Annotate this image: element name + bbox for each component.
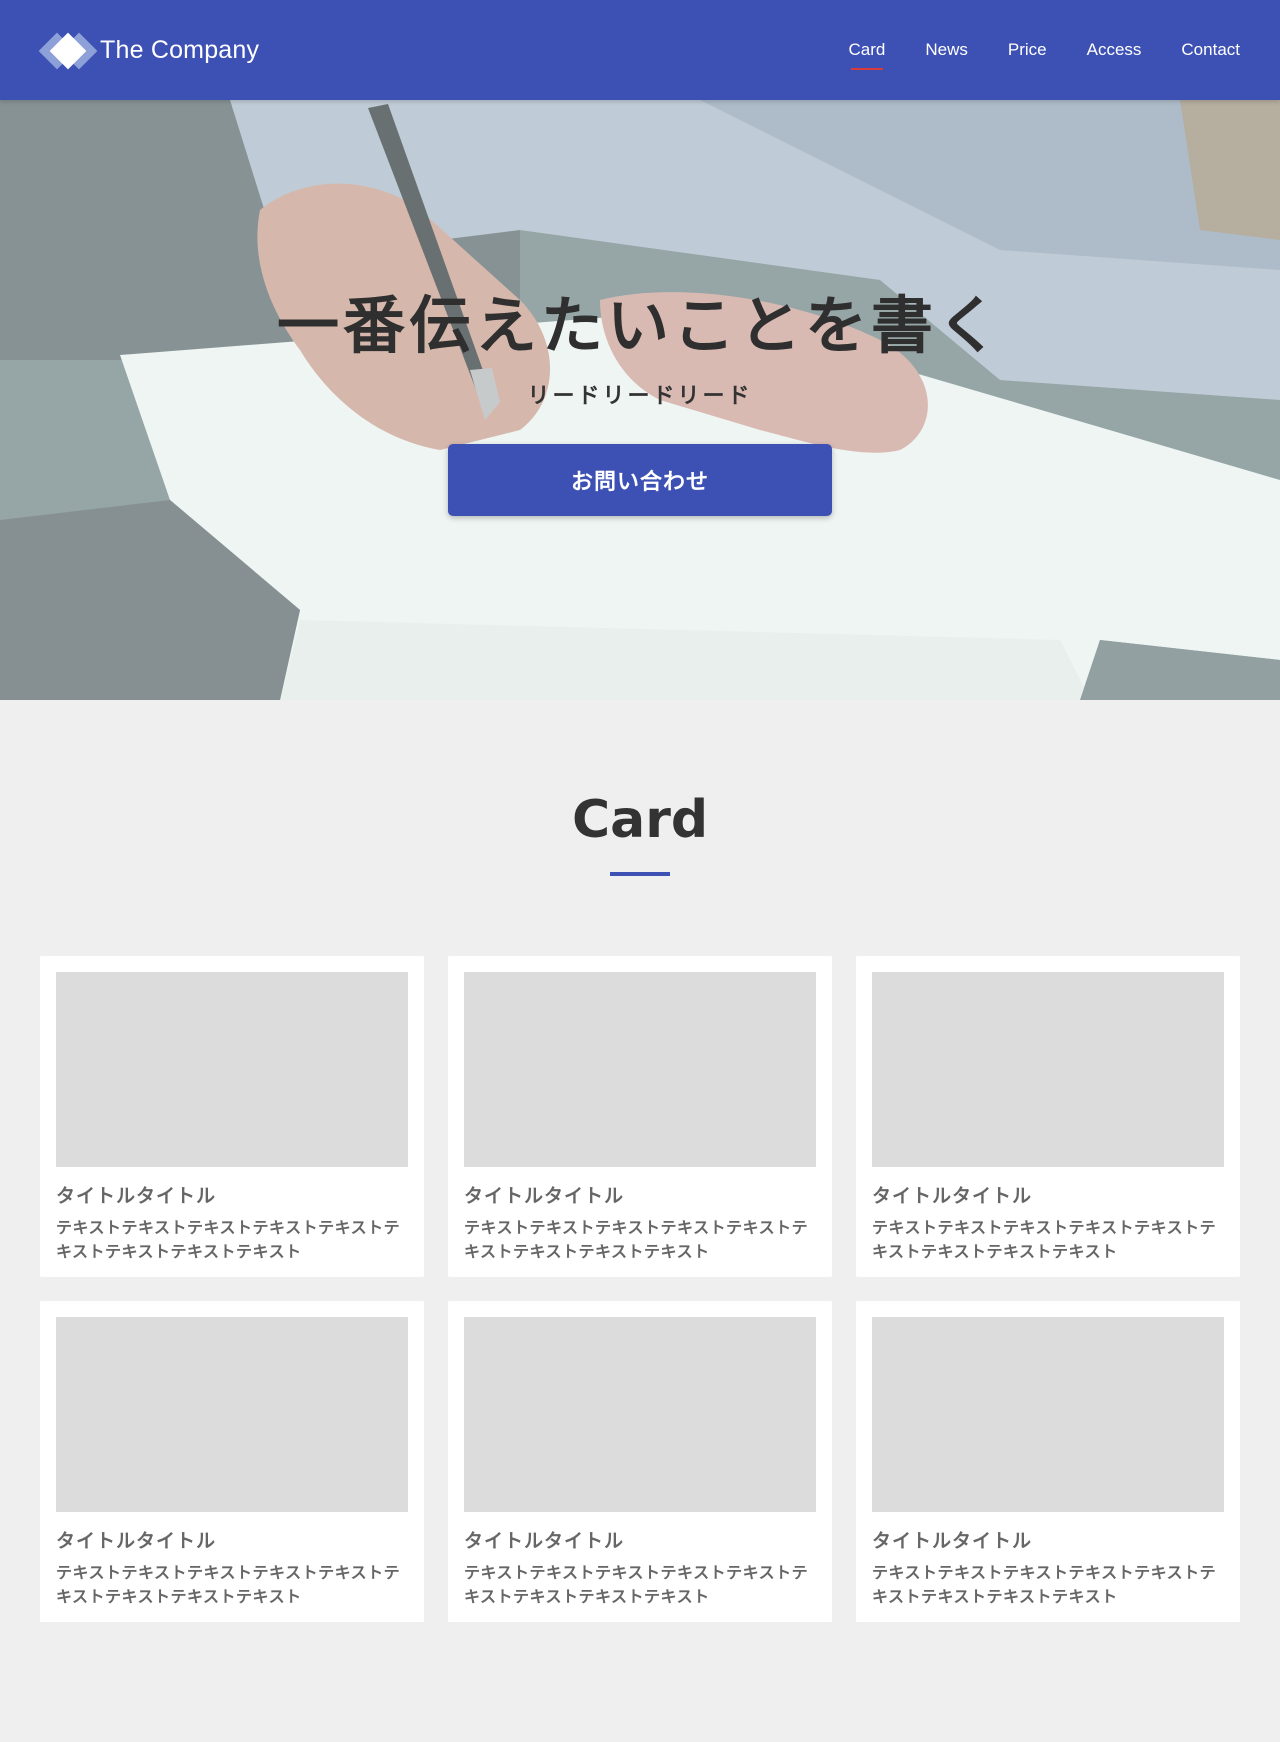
section-title-underline: [610, 872, 670, 876]
card[interactable]: タイトルタイトル テキストテキストテキストテキストテキストテキストテキストテキス…: [40, 956, 424, 1277]
card-title: タイトルタイトル: [56, 1530, 217, 1552]
company-logo[interactable]: The Company: [38, 30, 260, 70]
logo-text: The Company: [100, 35, 260, 64]
card-text: テキストテキストテキストテキストテキストテキストテキストテキストテキスト: [56, 1563, 401, 1606]
card-title: タイトルタイトル: [872, 1185, 1033, 1207]
nav-item-card[interactable]: Card: [849, 40, 885, 70]
nav-item-news[interactable]: News: [925, 40, 968, 60]
nav-item-access[interactable]: Access: [1087, 40, 1142, 60]
card-text: テキストテキストテキストテキストテキストテキストテキストテキストテキスト: [56, 1218, 401, 1261]
card[interactable]: タイトルタイトル テキストテキストテキストテキストテキストテキストテキストテキス…: [856, 1301, 1240, 1622]
card-grid: タイトルタイトル テキストテキストテキストテキストテキストテキストテキストテキス…: [40, 956, 1240, 1622]
site-header: The Company Card News Price Access Conta…: [0, 0, 1280, 100]
card-title: タイトルタイトル: [872, 1530, 1033, 1552]
card-image-placeholder: [872, 1317, 1224, 1512]
contact-button[interactable]: お問い合わせ: [448, 444, 832, 516]
card-title: タイトルタイトル: [464, 1530, 625, 1552]
hero-section: 一番伝えたいことを書く リードリードリード お問い合わせ: [0, 100, 1280, 700]
card[interactable]: タイトルタイトル テキストテキストテキストテキストテキストテキストテキストテキス…: [448, 1301, 832, 1622]
card-image-placeholder: [464, 972, 816, 1167]
card-text: テキストテキストテキストテキストテキストテキストテキストテキストテキスト: [872, 1563, 1217, 1606]
hero-title: 一番伝えたいことを書く: [276, 289, 1003, 362]
card-text: テキストテキストテキストテキストテキストテキストテキストテキストテキスト: [872, 1218, 1217, 1261]
card-title: タイトルタイトル: [56, 1185, 217, 1207]
card-text: テキストテキストテキストテキストテキストテキストテキストテキストテキスト: [464, 1218, 809, 1261]
card-image-placeholder: [56, 972, 408, 1167]
nav-item-price[interactable]: Price: [1008, 40, 1047, 60]
card-section-title: Card: [571, 790, 709, 850]
card[interactable]: タイトルタイトル テキストテキストテキストテキストテキストテキストテキストテキス…: [856, 956, 1240, 1277]
nav-item-contact[interactable]: Contact: [1181, 40, 1240, 60]
main-nav: Card News Price Access Contact: [809, 0, 1240, 100]
card-image-placeholder: [872, 972, 1224, 1167]
card-image-placeholder: [464, 1317, 816, 1512]
card-image-placeholder: [56, 1317, 408, 1512]
card[interactable]: タイトルタイトル テキストテキストテキストテキストテキストテキストテキストテキス…: [40, 1301, 424, 1622]
card-title: タイトルタイトル: [464, 1185, 625, 1207]
hero-lead: リードリードリード: [527, 384, 753, 409]
diamond-logo-icon: [38, 30, 98, 70]
card[interactable]: タイトルタイトル テキストテキストテキストテキストテキストテキストテキストテキス…: [448, 956, 832, 1277]
card-text: テキストテキストテキストテキストテキストテキストテキストテキストテキスト: [464, 1563, 809, 1606]
